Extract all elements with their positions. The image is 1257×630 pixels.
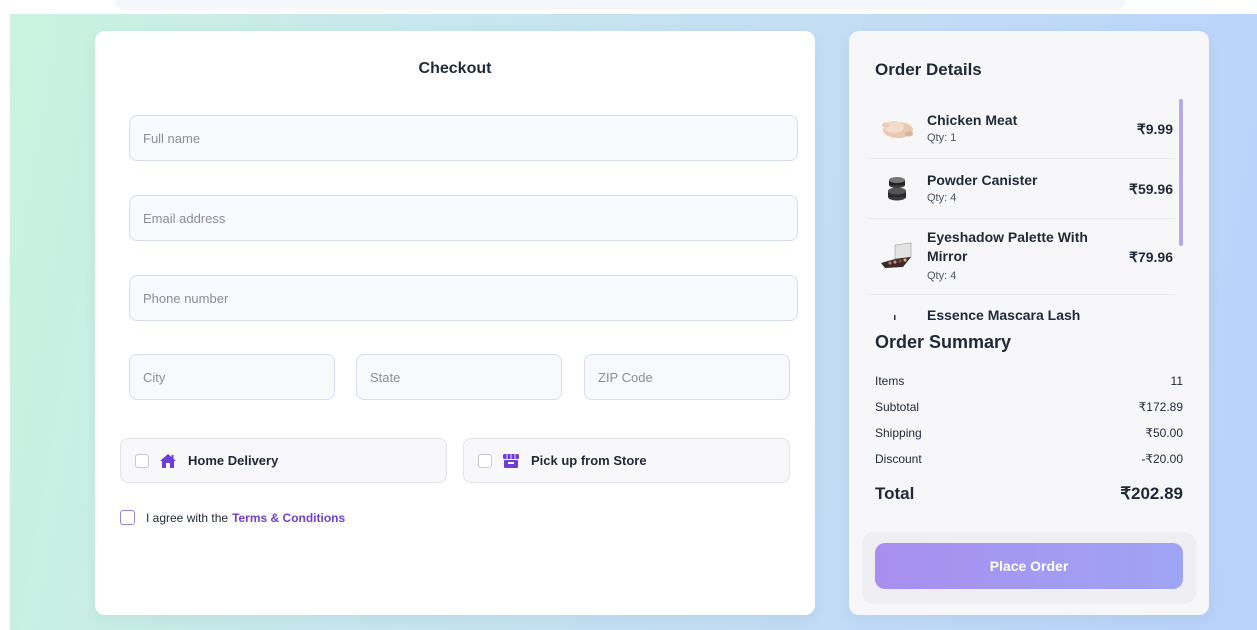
item-name: Powder Canister	[927, 172, 1038, 188]
summary-row-items: Items 11	[875, 374, 1183, 388]
summary-label: Shipping	[875, 426, 922, 440]
summary-value: -₹20.00	[1141, 452, 1183, 466]
item-price: ₹9.99	[1136, 121, 1173, 137]
list-item: Powder Canister Qty: 4 ₹59.96	[869, 159, 1175, 219]
total-label: Total	[875, 484, 915, 503]
items-scrollbar[interactable]	[1179, 99, 1183, 246]
summary-label: Items	[875, 374, 905, 388]
store-icon	[502, 452, 520, 470]
email-input[interactable]	[129, 195, 798, 241]
item-qty: Qty: 4	[927, 192, 957, 204]
pickup-store-label: Pick up from Store	[531, 453, 647, 468]
item-name: Essence Mascara Lash	[927, 307, 1081, 321]
terms-agreement: I agree with the Terms & Conditions	[120, 510, 345, 525]
list-item: Chicken Meat Qty: 1 ₹9.99	[869, 99, 1175, 159]
item-price: ₹79.96	[1129, 249, 1173, 265]
city-input[interactable]	[129, 354, 335, 400]
terms-checkbox[interactable]	[120, 510, 135, 525]
mascara-image	[877, 303, 917, 321]
order-details-title: Order Details	[875, 60, 982, 79]
checkout-title: Checkout	[418, 60, 492, 77]
eyeshadow-palette-image	[877, 241, 917, 273]
full-name-input[interactable]	[129, 115, 798, 161]
item-qty: Qty: 1	[927, 132, 957, 144]
summary-value: ₹50.00	[1145, 426, 1183, 440]
powder-canister-image	[877, 173, 917, 205]
pickup-store-option[interactable]: Pick up from Store	[463, 438, 790, 483]
item-name: Eyeshadow Palette With Mirror	[927, 229, 1088, 264]
list-item: Essence Mascara Lash	[869, 295, 1175, 321]
phone-input[interactable]	[129, 275, 798, 321]
place-order-button[interactable]: Place Order	[875, 543, 1183, 589]
item-name: Chicken Meat	[927, 112, 1018, 128]
home-delivery-checkbox[interactable]	[135, 453, 149, 468]
zip-code-input[interactable]	[584, 354, 790, 400]
summary-label: Discount	[875, 452, 922, 466]
summary-value: 11	[1170, 374, 1183, 388]
order-items-list[interactable]: Chicken Meat Qty: 1 ₹9.99 Powder Caniste…	[869, 99, 1175, 321]
chicken-meat-image	[877, 112, 917, 144]
summary-row-subtotal: Subtotal ₹172.89	[875, 400, 1183, 414]
summary-row-total: Total ₹202.89	[875, 484, 1183, 504]
home-delivery-option[interactable]: Home Delivery	[120, 438, 447, 483]
home-icon	[159, 452, 177, 470]
state-input[interactable]	[356, 354, 562, 400]
total-value: ₹202.89	[1120, 484, 1183, 503]
item-qty: Qty: 4	[927, 270, 957, 282]
pickup-store-checkbox[interactable]	[478, 453, 492, 468]
top-header-bar	[115, 0, 1125, 8]
terms-conditions-link[interactable]: Terms & Conditions	[232, 511, 345, 525]
agree-text: I agree with the	[146, 510, 229, 525]
summary-row-discount: Discount -₹20.00	[875, 452, 1183, 466]
home-delivery-label: Home Delivery	[188, 453, 279, 468]
order-summary-title: Order Summary	[875, 332, 1012, 352]
summary-label: Subtotal	[875, 400, 920, 414]
list-item: Eyeshadow Palette With Mirror Qty: 4 ₹79…	[869, 219, 1175, 295]
summary-value: ₹172.89	[1138, 400, 1183, 414]
item-price: ₹59.96	[1129, 181, 1173, 197]
summary-row-shipping: Shipping ₹50.00	[875, 426, 1183, 440]
